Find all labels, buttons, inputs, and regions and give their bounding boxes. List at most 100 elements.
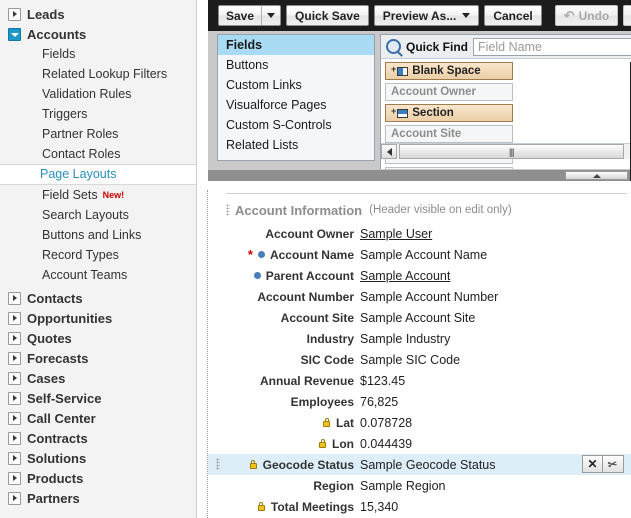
sidebar-node-cases[interactable]: Cases <box>0 368 196 388</box>
sidebar-node-forecasts[interactable]: Forecasts <box>0 348 196 368</box>
sidebar-item-partner-roles[interactable]: Partner Roles <box>0 124 196 144</box>
drag-grip-icon[interactable] <box>216 458 220 470</box>
triangle-right-icon[interactable] <box>8 451 21 465</box>
palette-chip-section[interactable]: + Section <box>385 104 513 122</box>
preview-as-button[interactable]: Preview As... <box>373 5 480 26</box>
table-row[interactable]: Region Sample Region <box>208 475 631 496</box>
field-label-cell: Lat <box>208 416 360 430</box>
table-row[interactable]: Annual Revenue $123.45 <box>208 370 631 391</box>
palette-category-custom-s-controls[interactable]: Custom S-Controls <box>218 115 374 135</box>
field-label: Account Owner <box>265 226 354 241</box>
table-row[interactable]: Account Site Sample Account Site <box>208 307 631 328</box>
sidebar-node-self-service[interactable]: Self-Service <box>0 388 196 408</box>
triangle-right-icon[interactable] <box>8 411 21 425</box>
quick-save-button[interactable]: Quick Save <box>286 5 369 26</box>
sidebar-node-label: Leads <box>27 6 65 22</box>
palette-horizontal-scrollbar[interactable]: ||| <box>381 143 631 159</box>
field-value: 15,340 <box>360 499 399 514</box>
palette-category-buttons[interactable]: Buttons <box>218 55 374 75</box>
palette-category-related-lists[interactable]: Related Lists <box>218 135 374 155</box>
field-label-cell: Account Number <box>208 290 360 304</box>
scrollbar-thumb[interactable]: ||| <box>399 144 624 159</box>
palette-chip-active[interactable]: Active <box>385 167 513 169</box>
palette-chip-label: Account Site <box>391 128 462 140</box>
sidebar-node-partners[interactable]: Partners <box>0 488 196 508</box>
palette-chip-blank-space[interactable]: + Blank Space <box>385 62 513 80</box>
sidebar-node-label: Accounts <box>27 26 87 42</box>
triangle-down-icon[interactable] <box>8 27 21 41</box>
sidebar-node-contacts[interactable]: Contacts <box>0 288 196 308</box>
table-row[interactable]: Industry Sample Industry <box>208 328 631 349</box>
triangle-right-icon[interactable] <box>8 331 21 345</box>
table-row[interactable]: SIC Code Sample SIC Code <box>208 349 631 370</box>
sidebar-node-products[interactable]: Products <box>0 468 196 488</box>
triangle-right-icon[interactable] <box>8 391 21 405</box>
save-dropdown-toggle[interactable] <box>261 6 280 25</box>
caret-down-icon <box>462 13 471 18</box>
layout-section-header[interactable]: Account Information (Header visible on e… <box>226 201 631 219</box>
table-row[interactable]: Geocode Status Sample Geocode Status ✕ ✂ <box>208 454 631 475</box>
field-value: 0.078728 <box>360 415 413 430</box>
palette-category-custom-links[interactable]: Custom Links <box>218 75 374 95</box>
palette-chip-account-site[interactable]: Account Site <box>385 125 513 143</box>
cancel-button[interactable]: Cancel <box>484 5 542 26</box>
sidebar-node-label: Solutions <box>27 450 87 466</box>
triangle-right-icon[interactable] <box>8 291 21 305</box>
triangle-right-icon[interactable] <box>8 371 21 385</box>
quick-save-label: Quick Save <box>295 8 360 23</box>
drag-grip-icon[interactable] <box>226 204 230 216</box>
table-row[interactable]: Lat 0.078728 <box>208 412 631 433</box>
palette-collapse-button[interactable] <box>565 171 628 180</box>
sidebar-node-label: Self-Service <box>27 390 102 406</box>
sidebar-item-validation-rules[interactable]: Validation Rules <box>0 84 196 104</box>
undo-button[interactable]: ↶ Undo <box>554 5 619 26</box>
sidebar-item-triggers[interactable]: Triggers <box>0 104 196 124</box>
table-row[interactable]: Account Number Sample Account Number <box>208 286 631 307</box>
cancel-label: Cancel <box>493 8 533 23</box>
sidebar-item-search-layouts[interactable]: Search Layouts <box>0 205 196 225</box>
grip-icon: ||| <box>509 146 514 157</box>
triangle-right-icon[interactable] <box>8 7 21 21</box>
table-row[interactable]: Employees 76,825 <box>208 391 631 412</box>
sidebar-node-opportunities[interactable]: Opportunities <box>0 308 196 328</box>
table-row[interactable]: * Account Name Sample Account Name <box>208 244 631 265</box>
sidebar-item-account-teams[interactable]: Account Teams <box>0 265 196 285</box>
sidebar-item-fields[interactable]: Fields <box>0 44 196 64</box>
table-row[interactable]: Lon 0.044439 <box>208 433 631 454</box>
triangle-right-icon[interactable] <box>8 471 21 485</box>
sidebar-node-call-center[interactable]: Call Center <box>0 408 196 428</box>
palette-category-fields[interactable]: Fields <box>218 35 374 55</box>
redo-button[interactable]: ↷ Redo <box>623 5 631 26</box>
triangle-right-icon[interactable] <box>8 351 21 365</box>
table-row[interactable]: Total Meetings 15,340 <box>208 496 631 517</box>
triangle-right-icon[interactable] <box>8 431 21 445</box>
arrow-left-icon[interactable] <box>381 144 397 159</box>
palette-chip-account-owner[interactable]: Account Owner <box>385 83 513 101</box>
row-action-group: ✕ ✂ <box>582 455 624 473</box>
sidebar-item-related-lookup-filters[interactable]: Related Lookup Filters <box>0 64 196 84</box>
palette-chip-label: Blank Space <box>412 65 481 77</box>
canvas-top-rule <box>226 193 627 194</box>
wrench-properties-icon[interactable]: ✂ <box>603 455 624 473</box>
triangle-right-icon[interactable] <box>8 491 21 505</box>
sidebar-node-label: Quotes <box>27 330 72 346</box>
palette-category-visualforce-pages[interactable]: Visualforce Pages <box>218 95 374 115</box>
layout-field-rows: Account Owner Sample User * Account Name… <box>208 223 631 517</box>
save-button[interactable]: Save <box>218 5 282 26</box>
scrollbar-track[interactable]: ||| <box>397 144 631 159</box>
sidebar-node-contracts[interactable]: Contracts <box>0 428 196 448</box>
sidebar-item-record-types[interactable]: Record Types <box>0 245 196 265</box>
table-row[interactable]: Account Owner Sample User <box>208 223 631 244</box>
table-row[interactable]: Parent Account Sample Account <box>208 265 631 286</box>
sidebar-node-quotes[interactable]: Quotes <box>0 328 196 348</box>
sidebar-item-field-sets[interactable]: Field Sets New! <box>0 185 196 205</box>
remove-x-icon[interactable]: ✕ <box>582 455 603 473</box>
sidebar-item-contact-roles[interactable]: Contact Roles <box>0 144 196 164</box>
triangle-right-icon[interactable] <box>8 311 21 325</box>
sidebar-node-accounts[interactable]: Accounts <box>0 24 196 44</box>
sidebar-node-solutions[interactable]: Solutions <box>0 448 196 468</box>
sidebar-node-leads[interactable]: Leads <box>0 4 196 24</box>
quick-find-input[interactable] <box>473 37 631 56</box>
sidebar-item-buttons-and-links[interactable]: Buttons and Links <box>0 225 196 245</box>
sidebar-item-page-layouts[interactable]: Page Layouts <box>0 164 196 185</box>
